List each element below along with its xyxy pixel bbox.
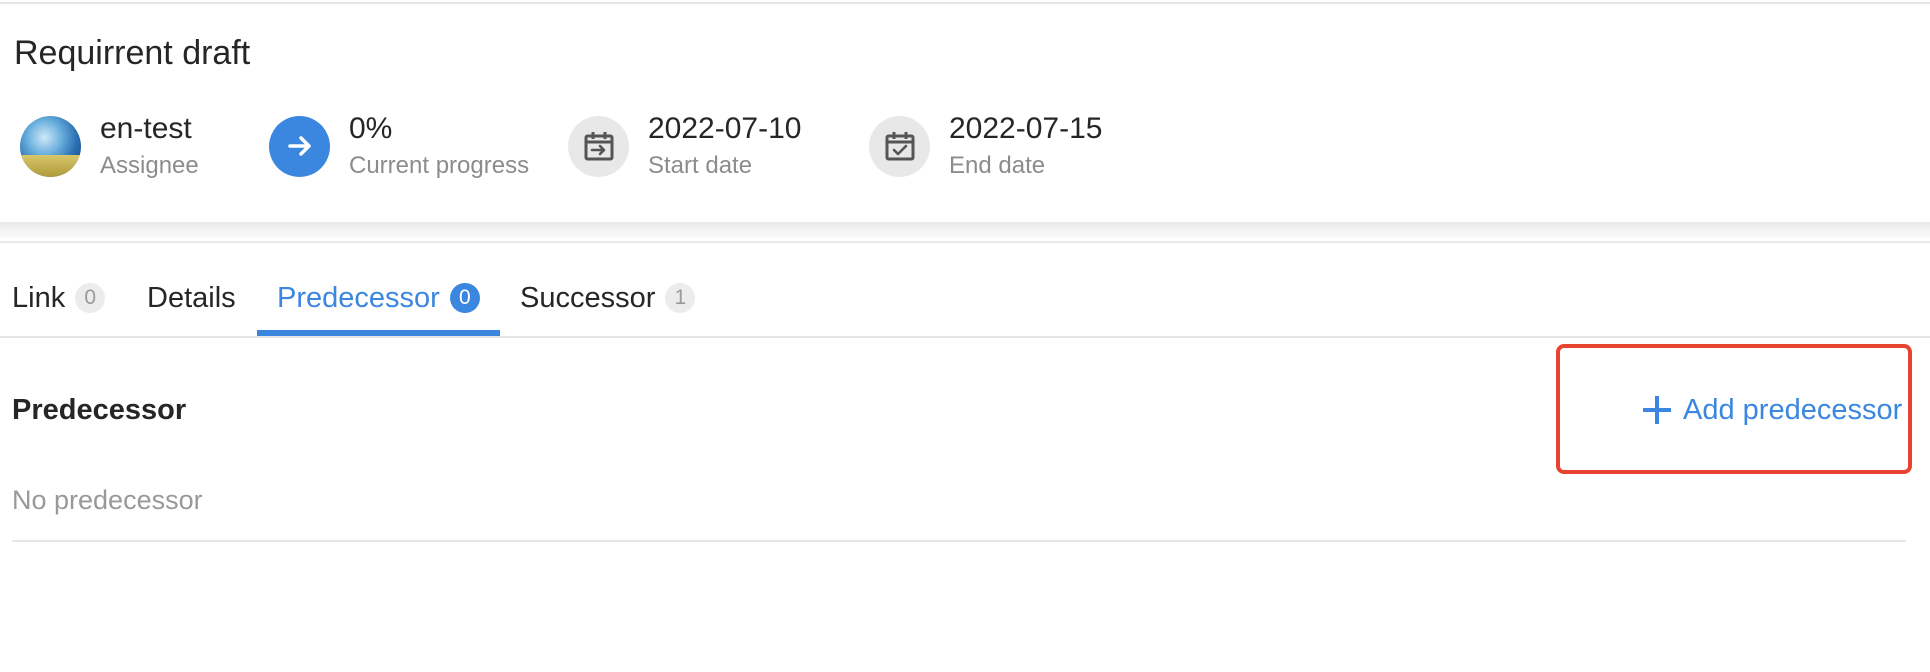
highlight-annotation-box <box>1556 344 1912 474</box>
tab-details-label: Details <box>147 281 236 314</box>
tab-link-label: Link <box>12 281 66 314</box>
assignee-field[interactable]: en-test Assignee <box>20 112 199 179</box>
tab-successor-label: Successor <box>520 281 656 314</box>
header-shadow <box>0 222 1930 238</box>
progress-label: Current progress <box>349 152 530 179</box>
start-date-field[interactable]: 2022-07-10 Start date <box>568 112 802 179</box>
end-date-field[interactable]: 2022-07-15 End date <box>869 112 1103 179</box>
tab-successor-count: 1 <box>665 283 696 313</box>
tab-predecessor[interactable]: Predecessor 0 <box>277 258 480 338</box>
page-title: Requirrent draft <box>14 34 251 72</box>
tab-predecessor-label: Predecessor <box>277 281 440 314</box>
end-date-label: End date <box>949 152 1046 179</box>
tab-bar: Link 0 Details Predecessor 0 Successor 1 <box>0 258 1930 338</box>
empty-state-text: No predecessor <box>12 485 203 515</box>
assignee-label: Assignee <box>100 152 199 179</box>
predecessor-section-title: Predecessor <box>12 394 187 426</box>
tab-successor[interactable]: Successor 1 <box>520 258 696 338</box>
start-date-label: Start date <box>648 152 753 179</box>
list-divider <box>12 540 1906 542</box>
progress-value: 0% <box>349 112 393 145</box>
tab-link[interactable]: Link 0 <box>12 258 106 338</box>
assignee-name: en-test <box>100 112 192 145</box>
calendar-check-icon <box>869 115 930 177</box>
progress-field[interactable]: 0% Current progress <box>269 112 530 179</box>
arrow-right-icon <box>269 115 330 177</box>
avatar <box>20 115 81 177</box>
header-divider <box>0 241 1930 243</box>
top-divider <box>0 2 1930 4</box>
tabs-divider <box>0 336 1930 338</box>
tab-details[interactable]: Details <box>147 258 236 338</box>
start-date-value: 2022-07-10 <box>648 112 802 145</box>
calendar-start-icon <box>568 115 629 177</box>
task-detail-page: Requirrent draft en-test Assignee 0% Cur… <box>0 0 1930 672</box>
end-date-value: 2022-07-15 <box>949 112 1103 145</box>
tab-link-count: 0 <box>75 283 106 313</box>
tab-predecessor-count: 0 <box>449 283 480 313</box>
